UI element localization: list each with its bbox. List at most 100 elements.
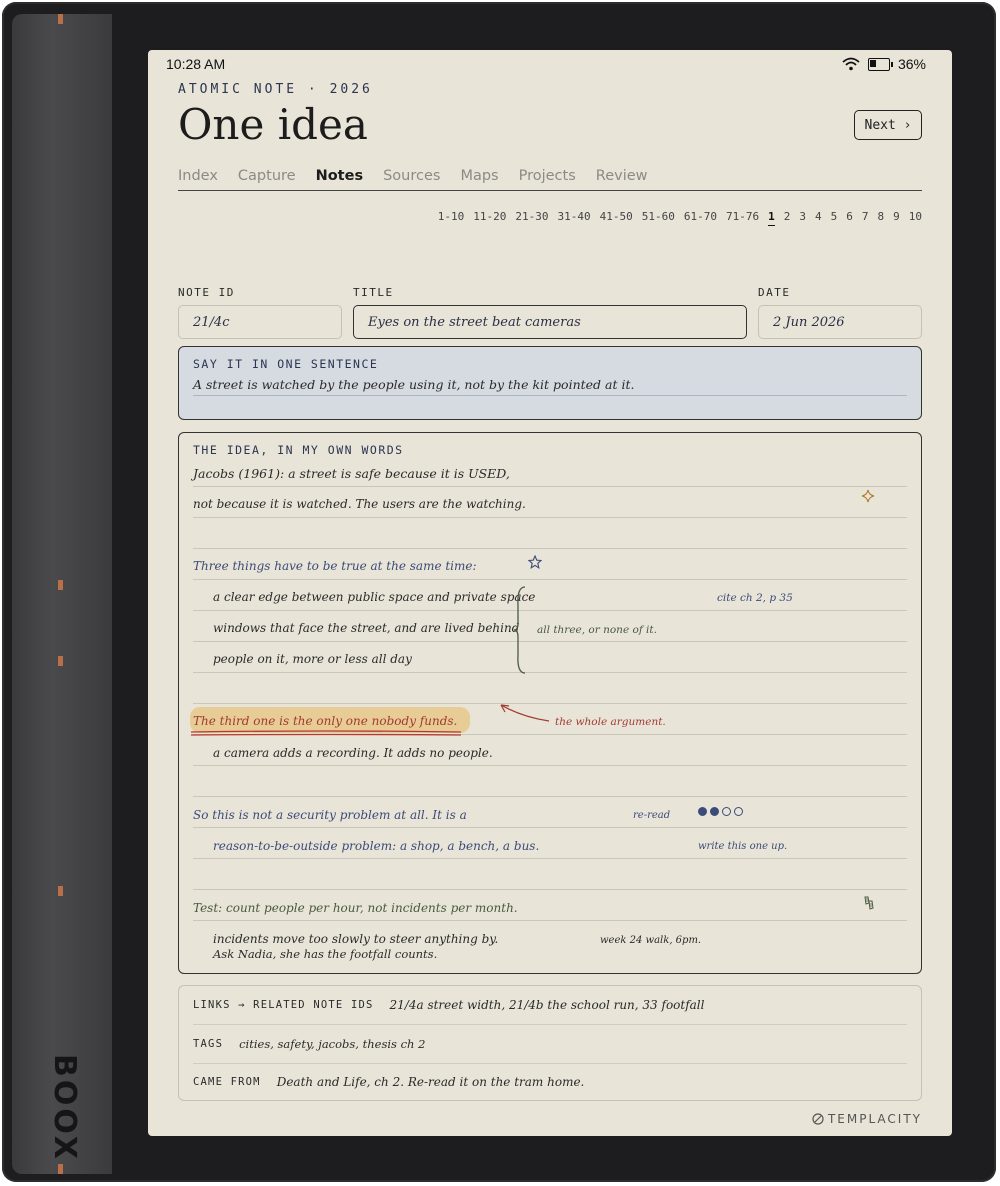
page-range-link[interactable]: 61-70 bbox=[684, 210, 717, 226]
tags-row[interactable]: TAGS cities, safety, jacobs, thesis ch 2 bbox=[193, 1025, 907, 1064]
progress-dot bbox=[698, 807, 707, 816]
reread-progress-dots[interactable] bbox=[698, 807, 743, 816]
margin-note: all three, or none of it. bbox=[537, 624, 657, 636]
came-from-label: CAME FROM bbox=[193, 1076, 261, 1088]
page-range-link[interactable]: 21-30 bbox=[515, 210, 548, 226]
ruled-line bbox=[193, 517, 907, 518]
title-field[interactable]: Eyes on the street beat cameras bbox=[353, 305, 747, 339]
tab-maps[interactable]: Maps bbox=[460, 168, 498, 190]
date-label: DATE bbox=[758, 286, 791, 299]
page-link[interactable]: 7 bbox=[862, 210, 869, 226]
progress-dot bbox=[734, 807, 743, 816]
tab-index[interactable]: Index bbox=[178, 168, 218, 190]
margin-note: week 24 walk, 6pm. bbox=[600, 935, 702, 946]
idea-notes-box[interactable]: THE IDEA, IN MY OWN WORDS Jacobs (1961):… bbox=[178, 432, 922, 974]
footer-brand: TEMPLACITY bbox=[812, 1112, 922, 1126]
page-title: One idea bbox=[178, 100, 368, 149]
footer-brand-text: TEMPLACITY bbox=[827, 1112, 922, 1126]
idea-line: incidents move too slowly to steer anyth… bbox=[213, 932, 499, 946]
idea-label: THE IDEA, IN MY OWN WORDS bbox=[193, 443, 404, 457]
page-range-link[interactable]: 51-60 bbox=[642, 210, 675, 226]
one-sentence-text: A street is watched by the people using … bbox=[193, 377, 635, 392]
page-link[interactable]: 6 bbox=[846, 210, 853, 226]
came-from-row[interactable]: CAME FROM Death and Life, ch 2. Re-read … bbox=[193, 1063, 907, 1101]
note-id-field[interactable]: 21/4c bbox=[178, 305, 342, 339]
list-item: a clear edge between public space and pr… bbox=[213, 590, 536, 604]
page-range-link[interactable]: 31-40 bbox=[558, 210, 591, 226]
tags-value: cities, safety, jacobs, thesis ch 2 bbox=[239, 1037, 426, 1051]
tab-review[interactable]: Review bbox=[596, 168, 648, 190]
one-sentence-label: SAY IT IN ONE SENTENCE bbox=[193, 357, 379, 371]
idea-line: Test: count people per hour, not inciden… bbox=[193, 901, 518, 915]
footprint-icon bbox=[864, 896, 874, 910]
idea-line: Three things have to be true at the same… bbox=[193, 559, 477, 573]
reread-label: re-read bbox=[633, 810, 671, 821]
templacity-logo-icon bbox=[812, 1113, 824, 1125]
ruled-line bbox=[193, 548, 907, 549]
idea-line: reason-to-be-outside problem: a shop, a … bbox=[213, 839, 540, 853]
spine-accent bbox=[58, 1164, 63, 1174]
tab-notes[interactable]: Notes bbox=[316, 168, 364, 190]
ruled-line bbox=[193, 579, 907, 580]
status-bar: 10:28 AM 36% bbox=[166, 56, 926, 76]
sparkle-icon bbox=[861, 489, 875, 503]
links-row[interactable]: LINKS → RELATED NOTE IDS 21/4a street wi… bbox=[193, 986, 907, 1025]
underline-mark bbox=[190, 730, 462, 736]
ruled-line bbox=[193, 920, 907, 921]
came-from-value: Death and Life, ch 2. Re-read it on the … bbox=[276, 1075, 585, 1089]
page-link-current[interactable]: 1 bbox=[768, 210, 775, 226]
page-link[interactable]: 4 bbox=[815, 210, 822, 226]
ruled-line bbox=[193, 858, 907, 859]
links-value: 21/4a street width, 21/4b the school run… bbox=[389, 998, 705, 1012]
spine-accent bbox=[58, 580, 63, 590]
tab-sources[interactable]: Sources bbox=[383, 168, 440, 190]
idea-line: Jacobs (1961): a street is safe because … bbox=[193, 466, 510, 481]
idea-line: a camera adds a recording. It adds no pe… bbox=[213, 746, 493, 760]
page-range-link[interactable]: 71-76 bbox=[726, 210, 759, 226]
page-navigator: 1-10 11-20 21-30 31-40 41-50 51-60 61-70… bbox=[438, 210, 922, 226]
wifi-icon bbox=[842, 57, 860, 71]
ruled-line bbox=[193, 827, 907, 828]
ruled-line bbox=[193, 610, 907, 611]
ruled-line bbox=[193, 641, 907, 642]
links-section: LINKS → RELATED NOTE IDS 21/4a street wi… bbox=[178, 985, 922, 1101]
battery-percent: 36% bbox=[897, 56, 926, 72]
citation-note: cite ch 2, p 35 bbox=[717, 592, 793, 604]
tab-bar: Index Capture Notes Sources Maps Project… bbox=[178, 168, 922, 191]
next-button[interactable]: Next › bbox=[854, 110, 922, 140]
ruled-line bbox=[193, 672, 907, 673]
page-eyebrow: ATOMIC NOTE · 2026 bbox=[178, 82, 373, 97]
page-range-link[interactable]: 11-20 bbox=[473, 210, 506, 226]
spine-accent bbox=[58, 14, 63, 24]
margin-note: write this one up. bbox=[698, 841, 788, 852]
spine-accent bbox=[58, 886, 63, 896]
ruled-line bbox=[193, 889, 907, 890]
page-link[interactable]: 10 bbox=[909, 210, 922, 226]
progress-dot bbox=[722, 807, 731, 816]
title-label: TITLE bbox=[353, 286, 394, 299]
device-spine bbox=[12, 14, 112, 1174]
highlighted-line: The third one is the only one nobody fun… bbox=[193, 714, 458, 728]
tab-capture[interactable]: Capture bbox=[238, 168, 296, 190]
one-sentence-box[interactable]: SAY IT IN ONE SENTENCE A street is watch… bbox=[178, 346, 922, 420]
divider bbox=[193, 395, 907, 396]
list-item: windows that face the street, and are li… bbox=[213, 621, 520, 635]
page-link[interactable]: 5 bbox=[831, 210, 838, 226]
device-brand-logo: BOOX bbox=[47, 1054, 82, 1162]
page-link[interactable]: 2 bbox=[784, 210, 791, 226]
date-field[interactable]: 2 Jun 2026 bbox=[758, 305, 922, 339]
battery-icon bbox=[867, 57, 893, 71]
page-link[interactable]: 3 bbox=[799, 210, 806, 226]
list-item: people on it, more or less all day bbox=[213, 652, 412, 666]
tab-projects[interactable]: Projects bbox=[519, 168, 576, 190]
status-time: 10:28 AM bbox=[166, 56, 226, 72]
page-range-link[interactable]: 1-10 bbox=[438, 210, 465, 226]
tags-label: TAGS bbox=[193, 1038, 224, 1050]
spine-accent bbox=[58, 656, 63, 666]
progress-dot bbox=[710, 807, 719, 816]
page-link[interactable]: 8 bbox=[878, 210, 885, 226]
page-range-link[interactable]: 41-50 bbox=[600, 210, 633, 226]
note-id-label: NOTE ID bbox=[178, 286, 235, 299]
page-link[interactable]: 9 bbox=[893, 210, 900, 226]
screen: 10:28 AM 36% ATOMIC NOTE · 2026 One idea… bbox=[148, 50, 952, 1136]
